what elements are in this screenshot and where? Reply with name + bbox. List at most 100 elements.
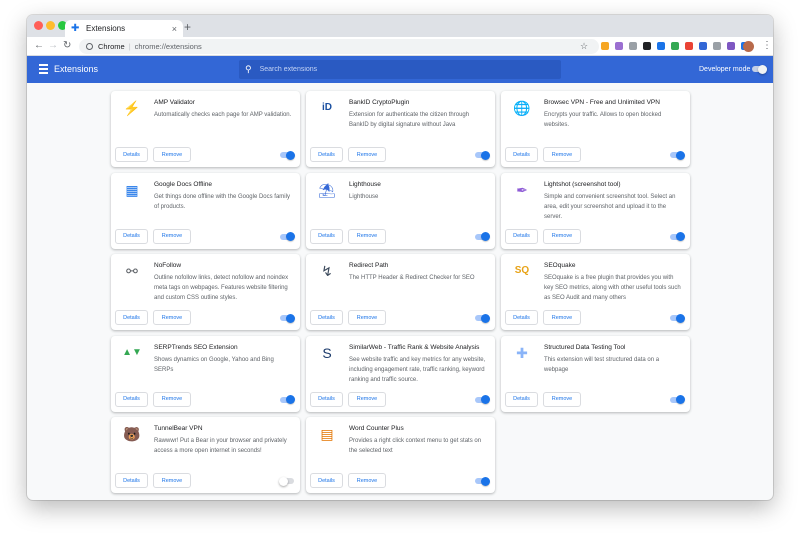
remove-button[interactable]: Remove (348, 147, 386, 162)
enable-toggle[interactable] (670, 313, 685, 323)
details-button[interactable]: Details (115, 147, 148, 162)
trends-icon: ▲▼ (122, 346, 142, 358)
remove-button[interactable]: Remove (348, 310, 386, 325)
remove-button[interactable]: Remove (153, 310, 191, 325)
url-scheme: Chrome (98, 42, 125, 51)
extension-toolbar-icons (601, 42, 749, 50)
details-button[interactable]: Details (505, 391, 538, 407)
extension-description: Get things done offline with the Google … (154, 193, 290, 210)
url-text: chrome://extensions (134, 42, 202, 51)
forward-arrow-icon[interactable]: → (48, 40, 58, 52)
enable-toggle[interactable] (475, 313, 490, 323)
remove-button[interactable]: Remove (348, 473, 386, 488)
extension-name: Structured Data Testing Tool (544, 343, 626, 351)
details-button[interactable]: Details (115, 228, 148, 244)
reload-icon[interactable]: ↻ (63, 40, 71, 52)
minimize-window-button[interactable] (46, 21, 55, 30)
browser-window: ✚ Extensions × + ← → ↻ Chrome | chrome:/… (27, 15, 773, 500)
extension-description: See website traffic and key metrics for … (349, 356, 486, 383)
enable-toggle[interactable] (280, 313, 295, 323)
remove-button[interactable]: Remove (153, 147, 191, 162)
tab-extensions[interactable]: ✚ Extensions × (65, 20, 183, 37)
close-window-button[interactable] (34, 21, 43, 30)
extensions-grid: ⚡ AMP Validator Automatically checks eac… (111, 91, 690, 493)
toolbar-extension-icon[interactable] (699, 42, 707, 50)
details-button[interactable]: Details (505, 228, 538, 244)
toolbar-extension-icon[interactable] (629, 42, 637, 50)
remove-button[interactable]: Remove (348, 228, 386, 244)
close-icon[interactable]: × (172, 24, 177, 34)
enable-toggle[interactable] (280, 395, 295, 404)
enable-toggle[interactable] (670, 395, 685, 404)
bankid-icon: iD (322, 102, 332, 113)
extension-card: SQ SEOquake SEOquake is a free plugin th… (501, 254, 690, 330)
remove-button[interactable]: Remove (543, 391, 581, 407)
enable-toggle[interactable] (670, 232, 685, 241)
extension-description: The HTTP Header & Redirect Checker for S… (349, 275, 475, 281)
details-button[interactable]: Details (505, 310, 538, 325)
back-arrow-icon[interactable]: ← (34, 40, 44, 52)
toolbar-extension-icon[interactable] (713, 42, 721, 50)
enable-toggle[interactable] (475, 150, 490, 160)
extension-name: TunnelBear VPN (154, 425, 203, 432)
extension-description: Extension for authenticate the citizen t… (349, 112, 470, 128)
extension-description: SEOquake is a free plugin that provides … (544, 275, 681, 301)
remove-button[interactable]: Remove (348, 391, 386, 407)
tab-strip: ✚ Extensions × + (27, 15, 773, 37)
profile-avatar[interactable] (743, 41, 754, 52)
details-button[interactable]: Details (310, 147, 343, 162)
extension-name: SimilarWeb - Traffic Rank & Website Anal… (349, 343, 480, 351)
enable-toggle[interactable] (475, 232, 490, 241)
extension-name: Lighthouse (349, 180, 381, 188)
details-button[interactable]: Details (115, 473, 148, 488)
details-button[interactable]: Details (115, 391, 148, 407)
details-button[interactable]: Details (505, 147, 538, 162)
remove-button[interactable]: Remove (543, 228, 581, 244)
enable-toggle[interactable] (280, 232, 295, 241)
details-button[interactable]: Details (310, 391, 343, 407)
toolbar-extension-icon[interactable] (643, 42, 651, 50)
toolbar-extension-icon[interactable] (671, 42, 679, 50)
enable-toggle[interactable] (475, 476, 490, 486)
search-input[interactable] (259, 66, 540, 73)
hamburger-menu-icon[interactable] (39, 64, 48, 74)
extension-name: BankID CryptoPlugin (349, 99, 410, 106)
details-button[interactable]: Details (115, 310, 148, 325)
extension-name: Google Docs Offline (154, 180, 213, 188)
site-info-icon[interactable] (86, 43, 93, 50)
details-button[interactable]: Details (310, 473, 343, 488)
card-footer: Details Remove (501, 306, 690, 330)
toolbar-extension-icon[interactable] (685, 42, 693, 50)
extension-card: ✒ Lightshot (screenshot tool) Simple and… (501, 172, 690, 249)
remove-button[interactable]: Remove (153, 473, 191, 488)
bookmark-star-icon[interactable]: ☆ (580, 41, 588, 52)
kebab-menu-icon[interactable]: ⋮ (762, 40, 772, 52)
enable-toggle[interactable] (670, 150, 685, 160)
card-footer: Details Remove (306, 143, 495, 167)
toolbar-extension-icon[interactable] (615, 42, 623, 50)
remove-button[interactable]: Remove (543, 147, 581, 162)
extension-card: ✚ Structured Data Testing Tool This exte… (501, 335, 690, 412)
enable-toggle[interactable] (280, 150, 295, 160)
new-tab-button[interactable]: + (184, 21, 191, 33)
remove-button[interactable]: Remove (153, 228, 191, 244)
toolbar-extension-icon[interactable] (657, 42, 665, 50)
address-bar[interactable]: Chrome | chrome://extensions (79, 39, 599, 54)
toolbar-extension-icon[interactable] (727, 42, 735, 50)
developer-mode-toggle[interactable] (752, 64, 767, 74)
puzzle-icon: ✚ (71, 22, 80, 34)
remove-button[interactable]: Remove (153, 391, 191, 407)
enable-toggle[interactable] (279, 476, 294, 486)
extension-name: Redirect Path (349, 262, 389, 269)
search-box[interactable]: ⚲ (239, 60, 561, 79)
remove-button[interactable]: Remove (543, 310, 581, 325)
details-button[interactable]: Details (310, 228, 343, 244)
extension-description: Simple and convenient screenshot tool. S… (544, 193, 676, 220)
link-icon: ⚯ (126, 263, 138, 279)
card-footer: Details Remove (111, 388, 300, 412)
enable-toggle[interactable] (475, 395, 490, 404)
page-title: Extensions (54, 64, 99, 74)
card-footer: Details Remove (111, 469, 300, 493)
toolbar-extension-icon[interactable] (601, 42, 609, 50)
details-button[interactable]: Details (310, 310, 343, 325)
